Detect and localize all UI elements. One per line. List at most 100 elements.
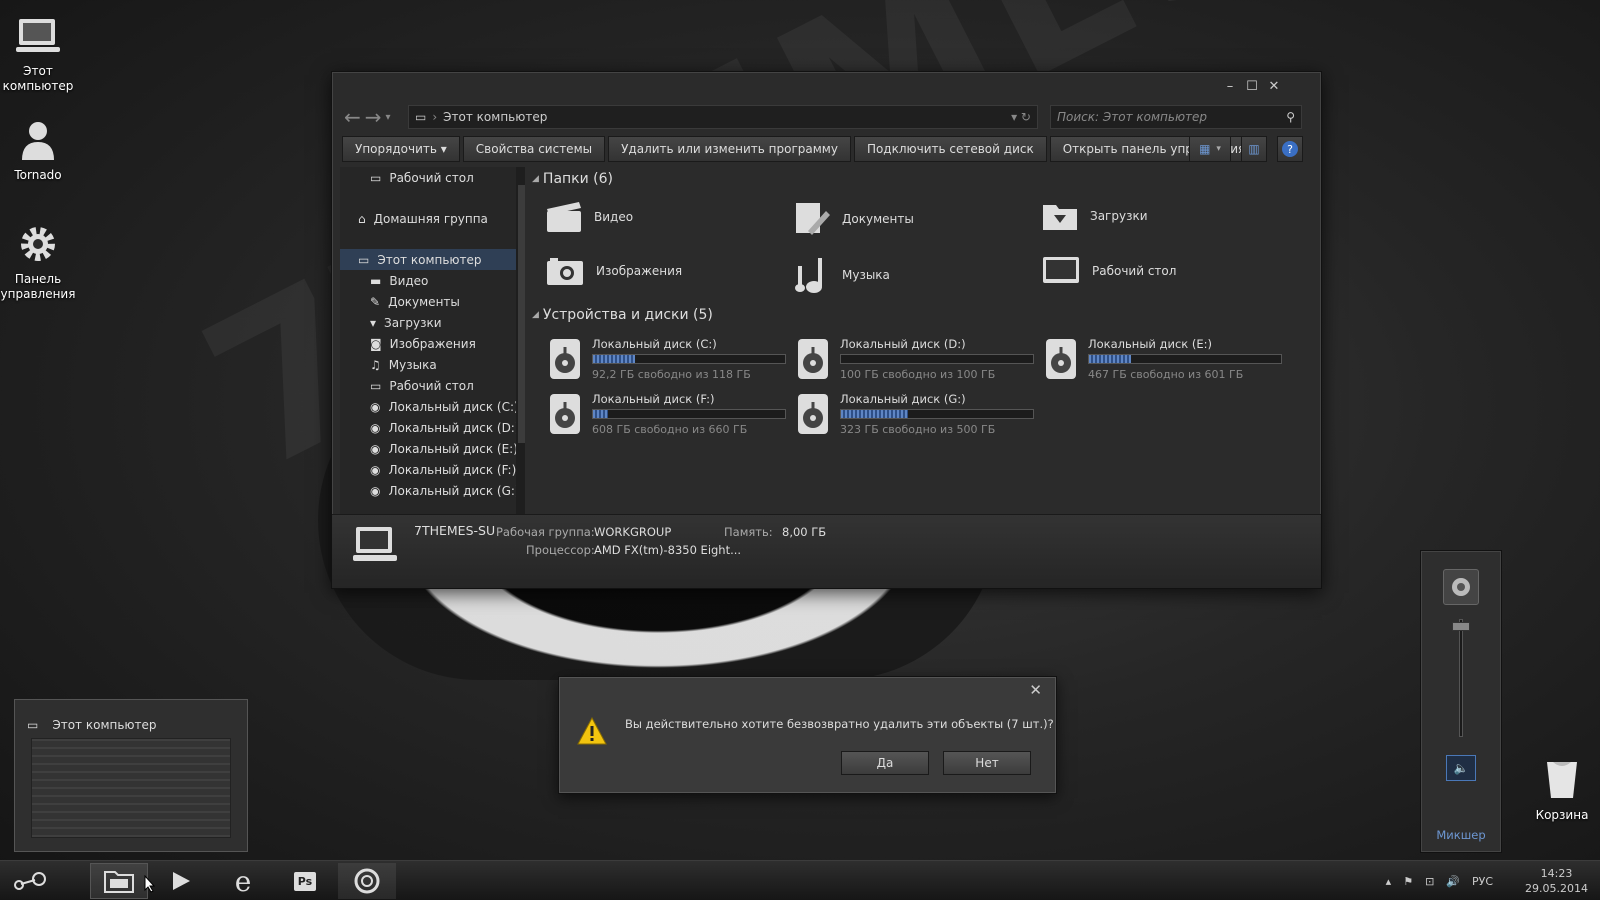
drive-item[interactable]: Локальный диск (G:) 323 ГБ свободно из 50… bbox=[794, 392, 1034, 436]
flag-icon[interactable]: ⚑ bbox=[1403, 875, 1413, 888]
dialog-message: Вы действительно хотите безвозвратно уда… bbox=[625, 717, 1054, 731]
no-button[interactable]: Нет bbox=[943, 751, 1031, 775]
drive-name: Локальный диск (D:) bbox=[840, 337, 966, 351]
close-icon[interactable]: ✕ bbox=[1029, 681, 1042, 699]
nav-item-drive-d[interactable]: ◉ Локальный диск (D:) bbox=[340, 417, 525, 438]
nav-item-music[interactable]: ♫ Музыка bbox=[340, 354, 525, 375]
photoshop-icon: Ps bbox=[293, 871, 317, 891]
taskbar-explorer[interactable] bbox=[90, 863, 148, 899]
view-mode-button[interactable]: ▦ ▾ bbox=[1189, 136, 1231, 162]
drives-header[interactable]: ◢ Устройства и диски (5) bbox=[532, 307, 713, 323]
desktop-icon-this-pc[interactable]: Этот компьютер bbox=[0, 12, 76, 94]
download-icon: ▾ bbox=[370, 315, 377, 330]
nav-scrollbar[interactable] bbox=[516, 167, 525, 517]
chevron-down-icon[interactable]: ▾ bbox=[386, 112, 391, 123]
help-button[interactable]: ? bbox=[1277, 136, 1303, 162]
back-arrow-icon[interactable]: ← bbox=[344, 105, 361, 129]
search-input[interactable]: Поиск: Этот компьютер ⚲ bbox=[1050, 105, 1302, 129]
network-icon[interactable]: ⊡ bbox=[1425, 875, 1434, 888]
nav-item-video[interactable]: ▬ Видео bbox=[340, 270, 525, 291]
details-pane: 7THEMES-SU Рабочая группа: WORKGROUP Пам… bbox=[332, 514, 1321, 588]
folder-documents[interactable]: Документы bbox=[794, 201, 914, 237]
system-properties-button[interactable]: Свойства системы bbox=[462, 136, 606, 162]
thumbnail-title: ▭ Этот компьютер bbox=[27, 718, 157, 732]
preview-pane-button[interactable]: ▥ bbox=[1241, 136, 1267, 162]
nav-item-drive-c[interactable]: ◉ Локальный диск (C:) bbox=[340, 396, 525, 417]
map-network-drive-button[interactable]: Подключить сетевой диск bbox=[853, 136, 1047, 162]
taskbar-media-player[interactable] bbox=[152, 863, 210, 899]
nav-item-desktop[interactable]: ▭ Рабочий стол bbox=[340, 167, 525, 188]
system-tray: ▴ ⚑ ⊡ 🔊 РУС 14:23 29.05.2014 bbox=[1386, 861, 1588, 900]
nav-item-pictures[interactable]: ◙ Изображения bbox=[340, 333, 525, 354]
folder-desktop[interactable]: Рабочий стол bbox=[1042, 256, 1176, 286]
disk-icon bbox=[550, 394, 580, 434]
desktop-icon-label: Tornado bbox=[14, 168, 62, 182]
computer-icon: ▭ bbox=[415, 110, 427, 124]
chevron-up-icon[interactable]: ▴ bbox=[1386, 875, 1392, 888]
folder-music[interactable]: Музыка bbox=[794, 256, 890, 294]
content-pane: ◢ Папки (6) Видео Документы Загрузки Изоб… bbox=[532, 167, 1312, 517]
taskbar-chrome[interactable] bbox=[338, 863, 396, 899]
yes-button[interactable]: Да bbox=[841, 751, 929, 775]
memory-label: Память: bbox=[724, 525, 773, 539]
forward-arrow-icon[interactable]: → bbox=[365, 105, 382, 129]
volume-slider-track[interactable] bbox=[1459, 619, 1463, 737]
folder-video[interactable]: Видео bbox=[546, 201, 633, 233]
language-indicator[interactable]: РУС bbox=[1472, 875, 1493, 888]
desktop-icon-label: Корзина bbox=[1535, 808, 1589, 822]
address-row: ← → ▾ ▭ › Этот компьютер ▾ ↻ Поиск: Этот … bbox=[342, 104, 1312, 130]
volume-slider-knob[interactable] bbox=[1452, 622, 1470, 631]
desktop-icon-user[interactable]: Tornado bbox=[0, 116, 76, 183]
nav-item-this-pc[interactable]: ▭ Этот компьютер bbox=[340, 249, 525, 270]
drive-item[interactable]: Локальный диск (C:) 92,2 ГБ свободно из 1… bbox=[546, 337, 786, 381]
taskbar-internet-explorer[interactable]: e bbox=[214, 863, 272, 899]
download-icon bbox=[1043, 205, 1077, 230]
drive-item[interactable]: Локальный диск (D:) 100 ГБ свободно из 10… bbox=[794, 337, 1034, 381]
start-button[interactable] bbox=[0, 863, 58, 899]
desktop-icon-recycle-bin[interactable]: Корзина bbox=[1524, 756, 1600, 823]
refresh-icon[interactable]: ▾ ↻ bbox=[1011, 110, 1037, 124]
mixer-link[interactable]: Микшер bbox=[1421, 828, 1501, 842]
window-controls: – ☐ ✕ bbox=[1219, 77, 1285, 95]
recycle-bin-icon bbox=[1524, 756, 1600, 804]
folders-header[interactable]: ◢ Папки (6) bbox=[532, 171, 613, 187]
drive-free-space: 92,2 ГБ свободно из 118 ГБ bbox=[592, 368, 751, 381]
speaker-device-icon[interactable] bbox=[1443, 569, 1479, 605]
speaker-icon: 🔈 bbox=[1453, 761, 1469, 775]
nav-item-homegroup[interactable]: ⌂ Домашняя группа bbox=[340, 208, 525, 229]
nav-item-drive-g[interactable]: ◉ Локальный диск (G:) bbox=[340, 480, 525, 501]
speaker-icon[interactable]: 🔊 bbox=[1446, 875, 1460, 888]
nav-item-documents[interactable]: ✎ Документы bbox=[340, 291, 525, 312]
close-icon[interactable]: ✕ bbox=[1263, 77, 1285, 95]
drive-usage-bar bbox=[592, 409, 786, 419]
taskbar-thumbnail[interactable]: ▭ Этот компьютер bbox=[14, 699, 248, 852]
desktop-icon-control-panel[interactable]: Панель управления bbox=[0, 220, 76, 302]
mute-button[interactable]: 🔈 bbox=[1446, 755, 1476, 781]
document-icon bbox=[796, 203, 830, 235]
taskbar-photoshop[interactable]: Ps bbox=[276, 863, 334, 899]
drive-item[interactable]: Локальный диск (F:) 608 ГБ свободно из 66… bbox=[546, 392, 786, 436]
explorer-window[interactable]: – ☐ ✕ ← → ▾ ▭ › Этот компьютер ▾ ↻ Поиск:… bbox=[331, 71, 1322, 589]
folder-pictures[interactable]: Изображения bbox=[546, 256, 682, 286]
clock[interactable]: 14:23 29.05.2014 bbox=[1525, 866, 1588, 896]
minimize-icon[interactable]: – bbox=[1219, 77, 1241, 95]
nav-item-desktop-2[interactable]: ▭ Рабочий стол bbox=[340, 375, 525, 396]
address-bar[interactable]: ▭ › Этот компьютер ▾ ↻ bbox=[408, 105, 1038, 129]
nav-item-drive-f[interactable]: ◉ Локальный диск (F:) bbox=[340, 459, 525, 480]
video-icon bbox=[547, 202, 581, 232]
drive-item[interactable]: Локальный диск (E:) 467 ГБ свободно из 60… bbox=[1042, 337, 1282, 381]
steam-icon bbox=[14, 872, 46, 890]
organize-button[interactable]: Упорядочить ▾ bbox=[342, 136, 460, 162]
disk-icon bbox=[550, 339, 580, 379]
nav-item-downloads[interactable]: ▾ Загрузки bbox=[340, 312, 525, 333]
maximize-icon[interactable]: ☐ bbox=[1241, 77, 1263, 95]
memory-value: 8,00 ГБ bbox=[782, 525, 827, 539]
folder-downloads[interactable]: Загрузки bbox=[1042, 201, 1148, 231]
folder-icon bbox=[104, 871, 134, 893]
uninstall-program-button[interactable]: Удалить или изменить программу bbox=[608, 136, 851, 162]
music-icon bbox=[795, 258, 822, 293]
scrollbar-thumb[interactable] bbox=[518, 185, 525, 443]
nav-item-drive-e[interactable]: ◉ Локальный диск (E:) bbox=[340, 438, 525, 459]
delete-confirm-dialog[interactable]: ✕ Вы действительно хотите безвозвратно у… bbox=[558, 676, 1057, 794]
computer-name: 7THEMES-SU bbox=[414, 523, 496, 538]
